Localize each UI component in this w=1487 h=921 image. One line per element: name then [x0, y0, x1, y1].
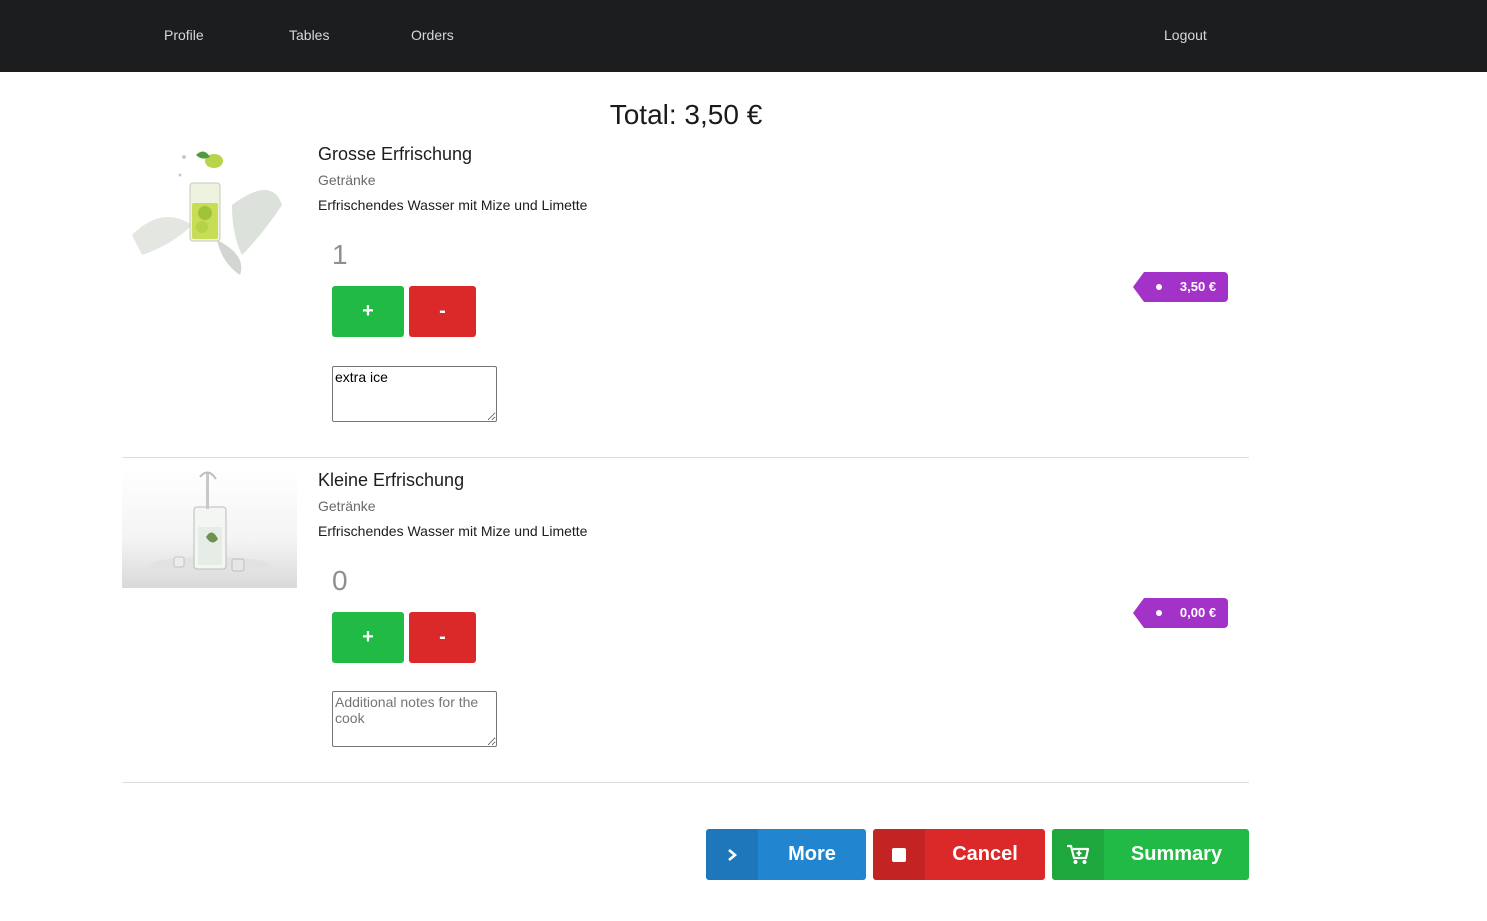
stop-icon [873, 829, 925, 880]
price-tag: 3,50 € [1133, 272, 1228, 302]
item-quantity: 0 [332, 565, 348, 596]
order-total: Total: 3,50 € [609, 99, 763, 130]
increase-quantity-button[interactable]: + [332, 286, 404, 337]
item-category: Getränke [318, 498, 376, 514]
cook-notes-input[interactable] [332, 366, 497, 422]
nav-orders[interactable]: Orders [411, 26, 454, 44]
item-divider [122, 457, 1249, 458]
price-value: 3,50 € [1179, 279, 1217, 294]
cook-notes-input[interactable] [332, 691, 497, 747]
price-tag: 0,00 € [1133, 598, 1228, 628]
summary-button[interactable]: Summary [1052, 829, 1249, 880]
item-category: Getränke [318, 172, 376, 188]
tag-hole-icon [1156, 284, 1162, 290]
item-name: Kleine Erfrischung [318, 470, 465, 490]
product-image [122, 467, 297, 588]
product-image [122, 145, 297, 280]
summary-button-label: Summary [1130, 843, 1223, 865]
cancel-button[interactable]: Cancel [873, 829, 1045, 880]
nav-tables[interactable]: Tables [289, 26, 329, 44]
cart-plus-icon [1052, 829, 1104, 880]
item-divider [122, 782, 1249, 783]
decrease-quantity-button[interactable]: - [409, 286, 476, 337]
item-name: Grosse Erfrischung [318, 144, 473, 164]
more-button-label: More [788, 843, 836, 865]
tag-hole-icon [1156, 610, 1162, 616]
item-description: Erfrischendes Wasser mit Mize und Limett… [318, 523, 588, 539]
item-quantity: 1 [332, 239, 348, 270]
top-navbar: Profile Tables Orders Logout [0, 0, 1487, 72]
chevron-right-icon [706, 829, 758, 880]
nav-logout[interactable]: Logout [1164, 26, 1207, 44]
increase-quantity-button[interactable]: + [332, 612, 404, 663]
more-button[interactable]: More [706, 829, 866, 880]
decrease-quantity-button[interactable]: - [409, 612, 476, 663]
price-value: 0,00 € [1179, 605, 1217, 620]
item-description: Erfrischendes Wasser mit Mize und Limett… [318, 197, 588, 213]
nav-profile[interactable]: Profile [164, 26, 204, 44]
cancel-button-label: Cancel [952, 843, 1018, 865]
